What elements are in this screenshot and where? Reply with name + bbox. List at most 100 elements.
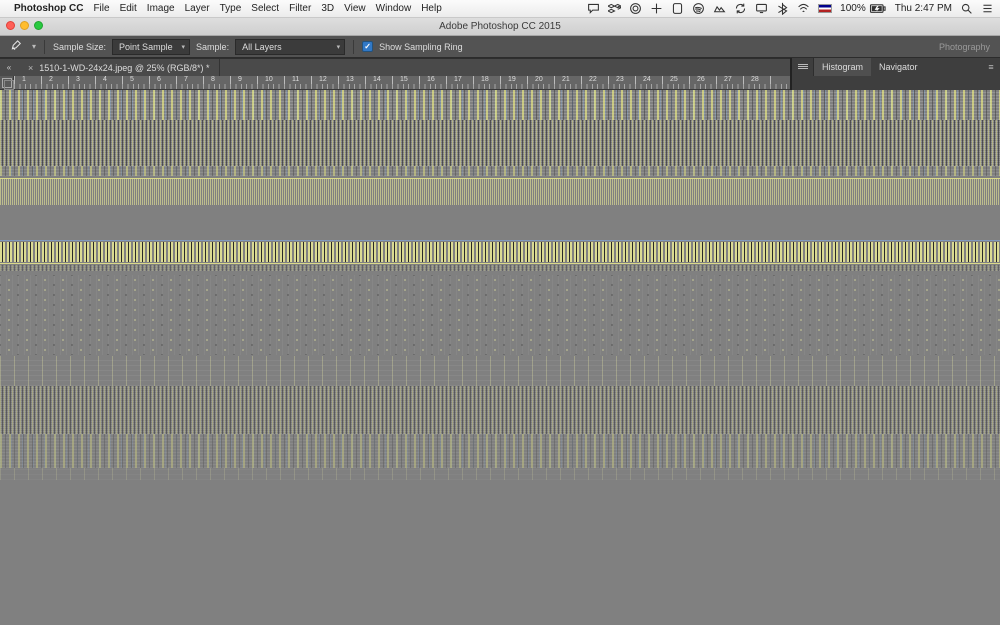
- notification-center-icon[interactable]: [981, 2, 994, 15]
- ruler-tick-label: 2: [49, 76, 53, 83]
- ruler-tick-label: 6: [157, 76, 161, 83]
- document-tab-row: « × 1510-1-WD-24x24.jpeg @ 25% (RGB/8*) …: [0, 58, 790, 76]
- battery-status[interactable]: 100%: [840, 3, 887, 14]
- horizontal-ruler[interactable]: 1234567891011121314151617181920212223242…: [14, 76, 790, 90]
- ruler-tick-label: 3: [76, 76, 80, 83]
- bluetooth-icon[interactable]: [776, 2, 789, 15]
- input-source-flag-icon[interactable]: [818, 4, 832, 13]
- ruler-tick-label: 17: [454, 76, 462, 83]
- glitch-band: [0, 434, 1000, 468]
- options-bar: ▾ Sample Size: Point Sample ▾ Sample: Al…: [0, 36, 1000, 58]
- glitch-line: [0, 263, 1000, 264]
- window-title: Adobe Photoshop CC 2015: [439, 21, 561, 32]
- menu-image[interactable]: Image: [147, 3, 175, 14]
- menu-file[interactable]: File: [93, 3, 109, 14]
- minimize-window-button[interactable]: [20, 21, 29, 30]
- ruler-tick-label: 9: [238, 76, 242, 83]
- clock[interactable]: Thu 2:47 PM: [895, 3, 952, 14]
- panel-tab-navigator[interactable]: Navigator: [871, 58, 926, 76]
- app-menu[interactable]: Photoshop CC: [14, 3, 83, 14]
- ruler-tick-label: 13: [346, 76, 354, 83]
- sample-label: Sample:: [196, 42, 229, 52]
- glitch-band: [0, 356, 1000, 386]
- glitch-band: [0, 468, 1000, 480]
- ruler-origin-corner[interactable]: [0, 76, 14, 90]
- show-sampling-ring-checkbox[interactable]: ✓: [362, 41, 373, 52]
- glitch-band: [0, 265, 1000, 271]
- panels-dock-header: Histogram Navigator ≡: [790, 58, 1000, 76]
- sample-size-label: Sample Size:: [53, 42, 106, 52]
- sample-size-value: Point Sample: [119, 42, 173, 52]
- spotlight-icon[interactable]: [960, 2, 973, 15]
- ruler-tick-label: 8: [211, 76, 215, 83]
- display-icon[interactable]: [755, 2, 768, 15]
- ruler-tick-label: 5: [130, 76, 134, 83]
- chat-icon[interactable]: [587, 2, 600, 15]
- separator: [44, 40, 45, 54]
- ruler-tick-label: 24: [643, 76, 651, 83]
- menu-select[interactable]: Select: [251, 3, 279, 14]
- show-sampling-ring-label: Show Sampling Ring: [379, 42, 463, 52]
- document-canvas[interactable]: [0, 90, 1000, 625]
- ruler-tick-label: 19: [508, 76, 516, 83]
- menu-3d[interactable]: 3D: [321, 3, 334, 14]
- glitch-band: [0, 120, 1000, 166]
- menu-layer[interactable]: Layer: [185, 3, 210, 14]
- alt-app-icon[interactable]: [713, 2, 726, 15]
- ruler-tick-label: 16: [427, 76, 435, 83]
- ruler-tick-label: 21: [562, 76, 570, 83]
- workspace-switcher[interactable]: Photography: [939, 42, 994, 52]
- menu-filter[interactable]: Filter: [289, 3, 311, 14]
- macos-menubar: Photoshop CC File Edit Image Layer Type …: [0, 0, 1000, 18]
- cc-icon[interactable]: [629, 2, 642, 15]
- tool-preset-caret-icon[interactable]: ▾: [32, 42, 36, 51]
- menu-help[interactable]: Help: [421, 3, 442, 14]
- ruler-tick-label: 7: [184, 76, 188, 83]
- glitch-line: [0, 240, 1000, 241]
- menu-window[interactable]: Window: [376, 3, 412, 14]
- sync-icon[interactable]: [734, 2, 747, 15]
- evernote-icon[interactable]: [671, 2, 684, 15]
- eyedropper-tool-icon[interactable]: [6, 38, 24, 56]
- glitch-band: [0, 242, 1000, 262]
- traffic-lights: [6, 21, 43, 30]
- ruler-tick-label: 22: [589, 76, 597, 83]
- ruler-tick-label: 28: [751, 76, 759, 83]
- ruler-tick-label: 11: [292, 76, 299, 83]
- ruler-tick-label: 27: [724, 76, 732, 83]
- ruler-tick-label: 10: [265, 76, 273, 83]
- panel-collapsed-icon-group[interactable]: [792, 58, 814, 76]
- chevron-down-icon: ▾: [337, 43, 341, 51]
- menu-type[interactable]: Type: [220, 3, 242, 14]
- plus-icon[interactable]: [650, 2, 663, 15]
- chevron-down-icon: ▾: [182, 43, 186, 51]
- close-tab-icon[interactable]: ×: [28, 63, 33, 73]
- glitch-band: [0, 90, 1000, 120]
- glitch-band: [0, 386, 1000, 434]
- ruler-tick-label: 14: [373, 76, 381, 83]
- sample-dropdown[interactable]: All Layers ▾: [235, 39, 345, 55]
- glitch-band: [0, 166, 1000, 176]
- collapse-panels-double-chevron-icon[interactable]: «: [0, 63, 18, 72]
- close-window-button[interactable]: [6, 21, 15, 30]
- wifi-icon[interactable]: [797, 2, 810, 15]
- sample-value: All Layers: [242, 42, 282, 52]
- ruler-tick-label: 26: [697, 76, 705, 83]
- document-tab[interactable]: × 1510-1-WD-24x24.jpeg @ 25% (RGB/8*) *: [18, 59, 220, 76]
- panel-tab-histogram[interactable]: Histogram: [814, 58, 871, 76]
- dropbox-icon[interactable]: [608, 2, 621, 15]
- menubar-status-area: 100% Thu 2:47 PM: [587, 2, 994, 15]
- ruler-tick-label: 25: [670, 76, 678, 83]
- zoom-window-button[interactable]: [34, 21, 43, 30]
- menu-view[interactable]: View: [344, 3, 366, 14]
- sample-size-dropdown[interactable]: Point Sample ▾: [112, 39, 190, 55]
- separator: [353, 40, 354, 54]
- menu-edit[interactable]: Edit: [120, 3, 137, 14]
- panels-dock-body: [790, 76, 1000, 90]
- window-titlebar: Adobe Photoshop CC 2015: [0, 18, 1000, 36]
- document-and-panel-header-row: « × 1510-1-WD-24x24.jpeg @ 25% (RGB/8*) …: [0, 58, 1000, 76]
- panel-menu-icon[interactable]: ≡: [982, 62, 1000, 72]
- ruler-tick-label: 1: [22, 76, 26, 83]
- ruler-tick-label: 15: [400, 76, 408, 83]
- spotify-icon[interactable]: [692, 2, 705, 15]
